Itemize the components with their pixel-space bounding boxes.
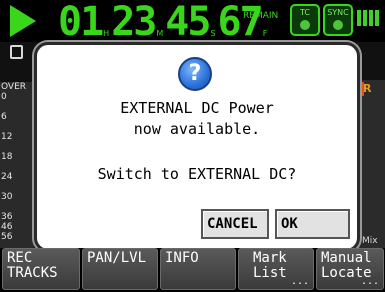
timecode-seconds: 45 xyxy=(165,0,211,45)
tab-label-line-1: Mark xyxy=(253,250,287,266)
scale-label: OVER xyxy=(1,82,27,92)
sync-status-badge: SYNC xyxy=(323,4,353,36)
right-channel-label: R xyxy=(363,82,372,95)
external-dc-dialog: ? EXTERNAL DC Power now available. Switc… xyxy=(34,42,360,252)
dialog-message-line-2: now available. xyxy=(133,120,261,138)
remain-label: REMAIN xyxy=(243,11,279,21)
function-tab-bar: REC TRACKS PAN/LVL INFO Mark List ... Ma… xyxy=(0,248,385,292)
scale-label: 6 xyxy=(1,112,7,122)
ok-button[interactable]: OK xyxy=(275,209,350,239)
level-meter-scale: OVER 0 6 12 18 24 30 36 46 56 xyxy=(0,82,34,262)
tab-pan-lvl[interactable]: PAN/LVL xyxy=(82,248,158,290)
timecode-minutes: 23 xyxy=(111,0,157,45)
question-icon: ? xyxy=(178,57,212,91)
tab-more-indicator: ... xyxy=(360,276,379,287)
scale-label: 56 xyxy=(1,232,13,242)
play-icon xyxy=(10,5,36,37)
tab-more-indicator: ... xyxy=(290,276,309,287)
scale-label: 12 xyxy=(1,132,13,142)
tab-label-line-1: PAN/LVL xyxy=(87,250,147,266)
scale-label: 0 xyxy=(1,92,7,102)
scale-label: 24 xyxy=(1,172,13,182)
tab-label-line-1: INFO xyxy=(165,250,199,266)
top-status-bar: 01 H 23 M 45 S 67 F REMAIN TC SYNC xyxy=(0,0,385,42)
tc-indicator-icon xyxy=(300,20,310,30)
tc-status-badge: TC xyxy=(290,4,320,36)
timecode-seconds-unit: S xyxy=(210,29,216,38)
scale-label: 18 xyxy=(1,152,13,162)
scale-label: 46 xyxy=(1,222,13,232)
tab-label-line-2: TRACKS xyxy=(7,265,58,281)
scale-label: 36 xyxy=(1,212,13,222)
dialog-question: Switch to EXTERNAL DC? xyxy=(97,165,297,183)
tab-rec-tracks[interactable]: REC TRACKS xyxy=(2,248,80,290)
timecode-display: 01 H 23 M 45 S 67 F xyxy=(58,0,269,45)
dialog-message-line-1: EXTERNAL DC Power xyxy=(120,99,274,117)
timecode-hours: 01 xyxy=(58,0,104,45)
file-icon xyxy=(10,45,23,59)
scale-label: 30 xyxy=(1,192,13,202)
battery-icon xyxy=(357,10,381,26)
cancel-button[interactable]: CANCEL xyxy=(201,209,269,239)
tab-mark-list[interactable]: Mark List ... xyxy=(238,248,314,290)
tab-label-line-1: Manual xyxy=(321,250,372,266)
tc-badge-label: TC xyxy=(299,8,310,17)
timecode-minutes-unit: M xyxy=(156,29,164,38)
timecode-hours-unit: H xyxy=(103,29,110,38)
tab-info[interactable]: INFO xyxy=(160,248,236,290)
timecode-frames: 67 xyxy=(217,0,264,45)
right-channel-meter xyxy=(358,80,385,248)
sync-badge-label: SYNC xyxy=(327,8,349,17)
sync-indicator-icon xyxy=(333,20,343,30)
timecode-frames-unit: F xyxy=(262,29,268,38)
mix-label: Mix xyxy=(362,236,378,246)
tab-label-line-1: REC xyxy=(7,250,33,266)
tab-manual-locate[interactable]: Manual Locate ... xyxy=(316,248,384,290)
